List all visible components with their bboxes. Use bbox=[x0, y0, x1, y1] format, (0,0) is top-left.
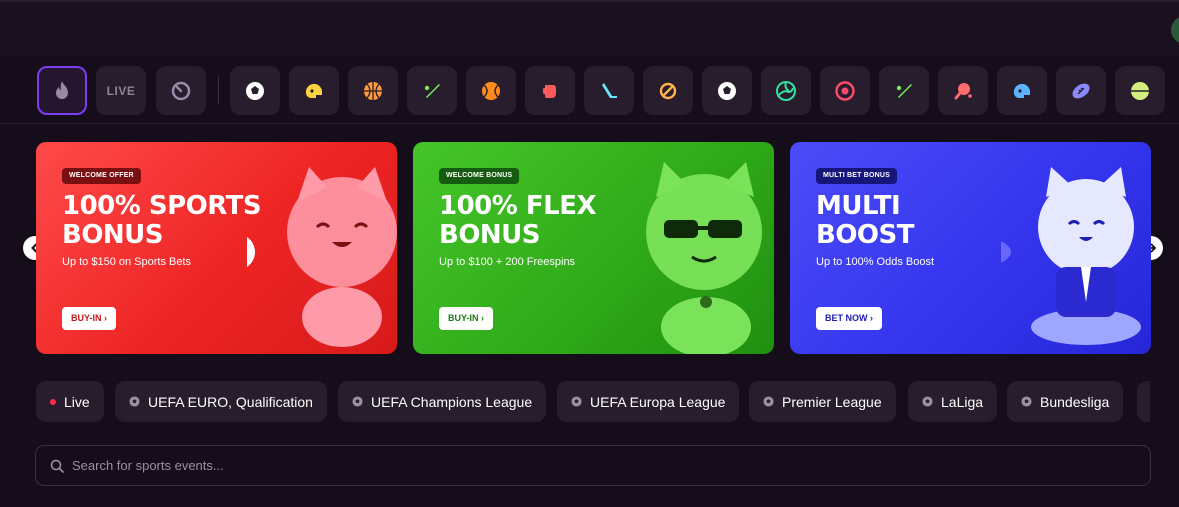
divider bbox=[218, 76, 219, 104]
sports-nav: LIVE bbox=[0, 60, 1179, 124]
soccer-ball-icon bbox=[1021, 396, 1032, 407]
chip-premier-league[interactable]: Premier League bbox=[749, 381, 896, 422]
sport-button-table-tennis[interactable] bbox=[938, 66, 988, 115]
soccer-ball-icon bbox=[129, 396, 140, 407]
soccer-ball-icon bbox=[352, 396, 363, 407]
soccer-ball-icon bbox=[922, 396, 933, 407]
banner-title-line2: BOOST bbox=[816, 220, 914, 250]
bet-now-button[interactable]: BET NOW › bbox=[816, 307, 882, 330]
search-bar[interactable] bbox=[35, 445, 1151, 486]
league-chips: Live UEFA EURO, Qualification UEFA Champ… bbox=[36, 381, 1150, 422]
soccer-ball-icon bbox=[246, 81, 264, 100]
live-button[interactable]: LIVE bbox=[96, 66, 146, 115]
sport-button-boxing-glove[interactable] bbox=[525, 66, 575, 115]
football-helmet-icon bbox=[1013, 83, 1030, 98]
flex-bonus-banner[interactable]: WELCOME BONUS 100% FLEX BONUS Up to $100… bbox=[413, 142, 774, 354]
sports-bonus-banner[interactable]: WELCOME OFFER 100% SPORTS BONUS Up to $1… bbox=[36, 142, 397, 354]
soccer-ball-icon bbox=[571, 396, 582, 407]
ball-icon bbox=[1131, 81, 1149, 100]
banner-subtitle: Up to 100% Odds Boost bbox=[816, 256, 935, 268]
chip-uefa-euro-qualification[interactable]: UEFA EURO, Qualification bbox=[115, 381, 327, 422]
banner-title-line2: BONUS bbox=[439, 220, 541, 250]
hockey-stick-icon bbox=[602, 82, 617, 98]
search-icon bbox=[50, 459, 64, 473]
sport-button-cricket-bat[interactable] bbox=[879, 66, 929, 115]
esports-icon bbox=[659, 82, 677, 99]
banner-title: 100% FLEX BONUS bbox=[439, 192, 669, 250]
boxing-glove-icon bbox=[543, 84, 556, 98]
banner-subtitle: Up to $100 + 200 Freespins bbox=[439, 256, 576, 268]
chip-label: Premier League bbox=[782, 393, 882, 410]
flame-icon bbox=[56, 80, 68, 99]
sport-button-ball[interactable] bbox=[1115, 66, 1165, 115]
cricket-bat-icon bbox=[424, 83, 440, 98]
buy-in-button[interactable]: BUY-IN › bbox=[439, 307, 493, 330]
avatar[interactable] bbox=[1171, 16, 1179, 44]
chip-label: Bundesliga bbox=[1040, 393, 1110, 410]
chip-uefa-europa-league[interactable]: UEFA Europa League bbox=[557, 381, 740, 422]
live-label: LIVE bbox=[106, 83, 136, 98]
chip-label: LaLiga bbox=[941, 393, 984, 410]
soccer-ball-icon bbox=[763, 396, 774, 407]
chip-laliga[interactable]: LaLiga bbox=[908, 381, 998, 422]
chip-label: UEFA Champions League bbox=[371, 393, 533, 410]
sport-button-basketball[interactable] bbox=[348, 66, 398, 115]
banner-title: MULTI BOOST bbox=[816, 192, 1046, 250]
buy-in-button[interactable]: BUY-IN › bbox=[62, 307, 116, 330]
chip-bundesliga[interactable]: Bundesliga bbox=[1007, 381, 1124, 422]
multi-boost-banner[interactable]: MULTI BET BONUS MULTI BOOST Up to 100% O… bbox=[790, 142, 1151, 354]
basketball-icon bbox=[364, 81, 382, 100]
sport-button-cricket-bat[interactable] bbox=[407, 66, 457, 115]
top-bar bbox=[0, 0, 1179, 56]
chip-more[interactable] bbox=[1137, 381, 1150, 422]
sport-button-darts-target[interactable] bbox=[820, 66, 870, 115]
chip-live[interactable]: Live bbox=[36, 381, 104, 422]
banner-tag: WELCOME OFFER bbox=[62, 168, 141, 184]
darts-target-icon bbox=[835, 80, 855, 101]
sport-button-tennis-ball[interactable] bbox=[466, 66, 516, 115]
tennis-ball-icon bbox=[482, 81, 500, 100]
banner-title-line1: 100% FLEX bbox=[439, 191, 597, 221]
football-helmet-icon bbox=[305, 83, 322, 98]
rugby-ball-icon bbox=[1072, 83, 1090, 98]
chip-label: UEFA Europa League bbox=[590, 393, 726, 410]
sport-button-hockey-stick[interactable] bbox=[584, 66, 634, 115]
volleyball-icon bbox=[776, 80, 796, 101]
live-dot-icon bbox=[50, 398, 56, 405]
clock-icon bbox=[171, 81, 191, 100]
sport-button-rugby-ball[interactable] bbox=[1056, 66, 1106, 115]
banner-title: 100% SPORTS BONUS bbox=[62, 192, 292, 250]
banner-subtitle: Up to $150 on Sports Bets bbox=[62, 256, 192, 268]
banner-tag: WELCOME BONUS bbox=[439, 168, 520, 184]
banner-title-line1: MULTI bbox=[816, 191, 901, 221]
sport-button-soccer-ball[interactable] bbox=[230, 66, 280, 115]
cricket-bat-icon bbox=[896, 83, 912, 98]
popular-button[interactable] bbox=[37, 66, 87, 115]
sport-button-volleyball[interactable] bbox=[761, 66, 811, 115]
search-input[interactable] bbox=[72, 458, 972, 473]
sport-button-esports[interactable] bbox=[643, 66, 693, 115]
banner-title-line1: 100% SPORTS bbox=[62, 191, 262, 221]
banner-tag: MULTI BET BONUS bbox=[816, 168, 898, 184]
chip-label: UEFA EURO, Qualification bbox=[148, 393, 313, 410]
banner-title-line2: BONUS bbox=[62, 220, 164, 250]
table-tennis-icon bbox=[954, 82, 972, 99]
chip-uefa-champions-league[interactable]: UEFA Champions League bbox=[338, 381, 547, 422]
sport-button-football-helmet[interactable] bbox=[997, 66, 1047, 115]
upcoming-button[interactable] bbox=[156, 66, 206, 115]
chip-label: Live bbox=[64, 393, 90, 410]
soccer-ball-icon bbox=[718, 81, 736, 100]
sport-button-soccer-ball[interactable] bbox=[702, 66, 752, 115]
sport-button-football-helmet[interactable] bbox=[289, 66, 339, 115]
